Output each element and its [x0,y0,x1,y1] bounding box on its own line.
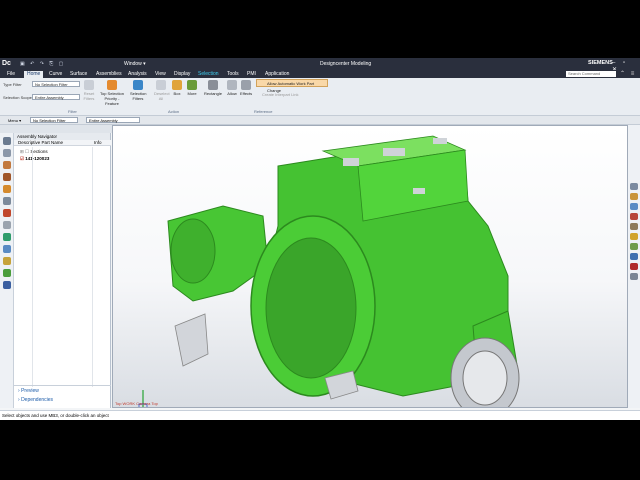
assembly-navigator-panel: Assembly Navigator Descriptive Part Name… [14,133,111,408]
column-info[interactable]: Info [94,140,102,146]
system-scenes-icon[interactable] [3,257,11,265]
tab-view[interactable]: View [152,71,169,78]
reuse-library-icon[interactable] [3,173,11,181]
title-bar: Dc ▣ ↶ ↷ ⎘ ▢ Window ▾ Designcenter Model… [0,58,640,73]
scope-label: Selection Scope [3,95,32,100]
allow-auto-work-part-checkbox[interactable]: Allow Automatic Work Part Change [256,79,328,93]
top-selection-priority-button[interactable]: Top Selection Priority - Feature [98,80,126,106]
search-command-input[interactable]: Search Command [566,71,616,77]
action-group-label: Action [168,109,180,114]
ribbon: Type Filter No Selection Filter Selectio… [0,78,640,116]
render-icon[interactable] [630,213,638,220]
type-filter-label: Type Filter [3,82,22,87]
dependencies-section[interactable]: › Dependencies [18,397,53,403]
view-icon[interactable] [630,183,638,190]
command-strip: Menu ▾ No Selection Filter Entire Assemb… [0,116,640,125]
ribbon-options-icon[interactable]: ⌃ ≡ [620,70,636,77]
resource-bar [0,133,14,408]
system-materials-icon[interactable] [3,221,11,229]
roles-icon[interactable] [3,245,11,253]
analysis-icon[interactable] [3,281,11,289]
tab-display[interactable]: Display [171,71,193,78]
mount-pad [343,158,359,166]
brand-logo: SIEMENS [588,60,613,66]
tab-application[interactable]: Application [262,71,292,78]
application-window: Dc ▣ ↶ ↷ ⎘ ▢ Window ▾ Designcenter Model… [0,58,640,420]
graphics-window[interactable]: Top WORK Camera Top [112,125,628,419]
tree-row-sections[interactable]: ⊞ ☐ Sections [20,149,48,155]
orient-icon[interactable] [630,203,638,210]
tree-row-part[interactable]: ☑ 141-120023 [20,156,49,162]
more-button[interactable]: More [186,80,198,96]
tab-analysis[interactable]: Analysis [125,71,150,78]
hide-icon[interactable] [630,263,638,270]
scope-select[interactable]: Entire Assembly [86,117,140,123]
navigator-title: Assembly Navigator [14,133,110,140]
app-title: Designcenter Modeling [320,61,372,67]
priority-icon [107,80,117,90]
palette-icon[interactable] [3,269,11,277]
filter-select[interactable]: No Selection Filter [30,117,78,123]
status-bar: Select objects and use MB3, or double-cl… [0,410,640,420]
tab-surface[interactable]: Surface [67,71,90,78]
tab-file[interactable]: File [4,71,18,78]
allow-icon [227,80,237,90]
constraint-navigator-icon[interactable] [3,149,11,157]
tab-home[interactable]: Home [24,71,44,78]
rectangle-button[interactable]: Rectangle [203,80,223,96]
view-status-label: Top WORK Camera Top [115,401,158,406]
snap-icon[interactable] [630,193,638,200]
part-model[interactable] [113,126,627,419]
process-studio-icon[interactable] [3,233,11,241]
show-icon[interactable] [630,243,638,250]
web-browser-icon[interactable] [3,197,11,205]
navigator-columns: Descriptive Part Name Info [14,140,111,146]
menu-tabs: File Home Curve Surface Assemblies Analy… [0,70,640,78]
rectangle-icon [208,80,218,90]
type-filter-select[interactable]: No Selection Filter [32,81,80,87]
deselect-all-button[interactable]: Deselect All [154,80,170,101]
allow-button[interactable]: Allow [226,80,238,96]
column-divider [92,147,93,387]
settings-icon[interactable] [630,273,638,280]
right-toolbar [628,125,640,408]
effects-button[interactable]: Effects [240,80,252,96]
filter-group-label: Filter [68,109,77,114]
tab-selection[interactable]: Selection [195,71,222,78]
hd3d-tools-icon[interactable] [3,185,11,193]
app-logo: Dc [2,60,11,67]
quick-access-toolbar[interactable]: ▣ ↶ ↷ ⎘ ▢ [20,61,65,67]
box-icon [172,80,182,90]
window-menu[interactable]: Window ▾ [124,61,146,67]
tab-assemblies[interactable]: Assemblies [93,71,125,78]
selection-filters-button[interactable]: Selection Filters [130,80,146,101]
filter-icon [133,80,143,90]
left-foot [174,313,209,367]
panel-divider [14,385,111,386]
section-icon[interactable] [630,223,638,230]
preview-section[interactable]: › Preview [18,388,39,394]
reset-filter-icon [84,80,94,90]
housing-body [167,135,520,419]
reset-filters-button[interactable]: Reset Filters [82,80,96,101]
assembly-navigator-icon[interactable] [3,137,11,145]
selection-scope-select[interactable]: Entire Assembly [32,94,80,100]
deselect-icon [156,80,166,90]
expand-icon[interactable]: ⊞ ☐ [20,149,30,154]
tree-divider [32,147,33,387]
menu-button[interactable]: Menu ▾ [8,118,21,123]
column-part-name[interactable]: Descriptive Part Name [18,140,63,145]
tab-curve[interactable]: Curve [46,71,65,78]
tab-tools[interactable]: Tools [224,71,242,78]
tab-pmi[interactable]: PMI [244,71,259,78]
part-navigator-icon[interactable] [3,161,11,169]
highlight-icon[interactable] [630,233,638,240]
layer-icon[interactable] [630,253,638,260]
history-icon[interactable] [3,209,11,217]
more-icon [187,80,197,90]
effects-icon [241,80,251,90]
reference-group-label: Reference [254,109,273,114]
box-select-button[interactable]: Box [171,80,183,96]
create-interpart-link[interactable]: Create Interpart Link [262,92,298,97]
